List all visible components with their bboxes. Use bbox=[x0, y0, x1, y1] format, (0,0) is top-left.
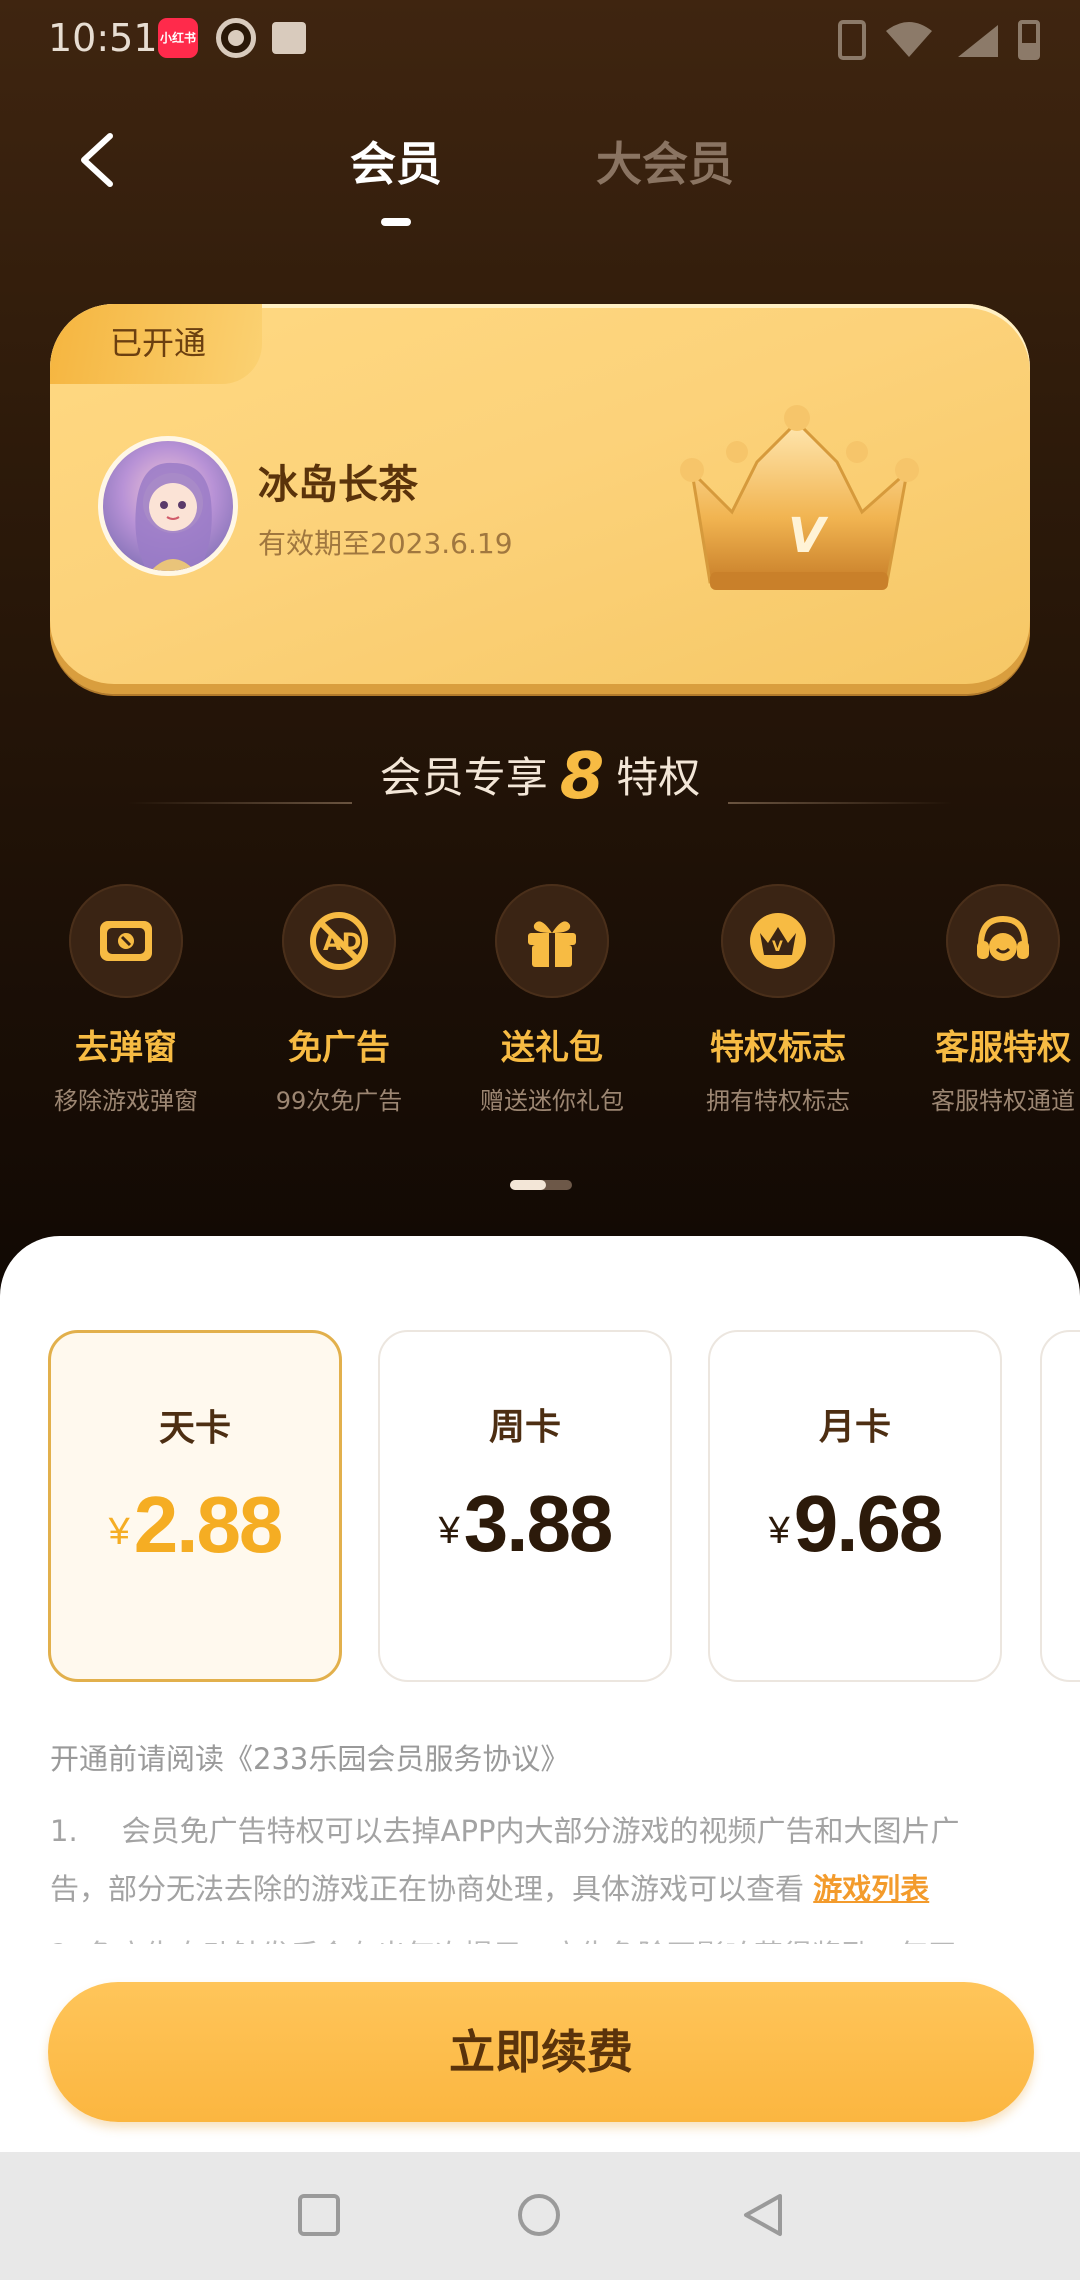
headset-icon bbox=[977, 915, 1029, 961]
privilege-title: 免广告 bbox=[288, 1028, 390, 1068]
status-badge: 已开通 bbox=[50, 304, 262, 384]
avatar-illustration bbox=[135, 462, 212, 571]
plan-card-day[interactable]: 天卡 ¥2.88 bbox=[48, 1330, 342, 1682]
privilege-title: 去弹窗 bbox=[75, 1028, 177, 1068]
privilege-subtitle: 赠送迷你礼包 bbox=[480, 1087, 624, 1115]
carousel-indicator bbox=[510, 1180, 572, 1190]
plan-price: ¥3.88 bbox=[438, 1479, 614, 1568]
popup-remove-icon bbox=[100, 921, 152, 961]
gift-icon bbox=[528, 921, 576, 967]
plan-price: ¥2.88 bbox=[108, 1480, 284, 1569]
status-bar: 10:51 小红书 bbox=[0, 0, 1080, 80]
signal-icon bbox=[958, 25, 998, 57]
svg-text:V: V bbox=[772, 939, 783, 955]
no-ads-icon: AD bbox=[310, 912, 368, 970]
tab-member[interactable]: 会员 bbox=[350, 128, 442, 194]
battery-icon bbox=[1018, 20, 1040, 60]
privilege-item-service[interactable]: 客服特权 客服特权通道 bbox=[893, 884, 1080, 1116]
privilege-item-no-ads[interactable]: AD 免广告 99次免广告 bbox=[229, 884, 449, 1116]
crown-badge-icon: V bbox=[750, 913, 806, 969]
plan-name: 天卡 bbox=[158, 1408, 231, 1449]
crown-icon: V bbox=[680, 405, 919, 590]
privileges-heading-prefix: 会员专享 bbox=[379, 753, 548, 802]
record-icon bbox=[216, 18, 256, 58]
privilege-item-gift[interactable]: 送礼包 赠送迷你礼包 bbox=[442, 884, 662, 1116]
privilege-subtitle: 客服特权通道 bbox=[931, 1087, 1075, 1115]
plan-card-more[interactable]: ¥ bbox=[1040, 1330, 1080, 1682]
agreement-link[interactable]: 开通前请阅读《233乐园会员服务协议》 bbox=[50, 1736, 569, 1778]
rule-1: 1. 会员免广告特权可以去掉APP内大部分游戏的视频广告和大图片广告，部分无法去除… bbox=[50, 1802, 1010, 1918]
privileges-heading: 会员专享 8 特权 bbox=[0, 740, 1080, 814]
privilege-item-badge[interactable]: V 特权标志 拥有特权标志 bbox=[668, 884, 888, 1116]
plan-price: ¥ bbox=[1042, 1398, 1080, 1490]
renew-button[interactable]: 立即续费 bbox=[48, 1982, 1034, 2122]
wifi-icon bbox=[886, 22, 932, 57]
privilege-title: 特权标志 bbox=[710, 1028, 846, 1068]
avatar[interactable] bbox=[98, 436, 238, 576]
expiry-date: 有效期至2023.6.19 bbox=[258, 527, 513, 560]
tab-big-member[interactable]: 大会员 bbox=[596, 128, 734, 194]
privilege-subtitle: 移除游戏弹窗 bbox=[54, 1087, 198, 1115]
user-name: 冰岛长茶 bbox=[258, 462, 418, 508]
image-notification-icon bbox=[272, 22, 306, 54]
vibrate-icon bbox=[838, 20, 866, 60]
game-list-link[interactable]: 游戏列表 bbox=[813, 1872, 929, 1906]
privilege-title: 送礼包 bbox=[501, 1028, 603, 1068]
privilege-title: 客服特权 bbox=[935, 1028, 1071, 1068]
privilege-item-popup[interactable]: 去弹窗 移除游戏弹窗 bbox=[16, 884, 236, 1116]
active-tab-indicator bbox=[381, 218, 411, 226]
status-icons bbox=[838, 20, 1040, 60]
privileges-heading-suffix: 特权 bbox=[616, 753, 701, 802]
plan-card-month[interactable]: 月卡 ¥9.68 bbox=[708, 1330, 1002, 1682]
back-triangle-icon[interactable] bbox=[740, 2192, 786, 2238]
crown-letter: V bbox=[788, 508, 829, 564]
plan-name: 周卡 bbox=[488, 1407, 561, 1448]
rule-number: 1. bbox=[50, 1814, 78, 1848]
privilege-subtitle: 拥有特权标志 bbox=[706, 1087, 850, 1115]
plan-name: 月卡 bbox=[818, 1407, 891, 1448]
home-icon[interactable] bbox=[516, 2192, 562, 2238]
plan-card-week[interactable]: 周卡 ¥3.88 bbox=[378, 1330, 672, 1682]
system-nav-bar bbox=[0, 2152, 1080, 2280]
xiaohongshu-app-icon: 小红书 bbox=[158, 18, 198, 58]
recents-icon[interactable] bbox=[296, 2192, 342, 2238]
member-card: 已开通 冰岛长茶 有效期至2023.6.19 V bbox=[50, 304, 1030, 694]
back-arrow-icon[interactable] bbox=[72, 132, 122, 188]
privilege-subtitle: 99次免广告 bbox=[275, 1087, 403, 1115]
plan-price: ¥9.68 bbox=[768, 1479, 944, 1568]
privileges-count: 8 bbox=[559, 740, 605, 814]
status-time: 10:51 bbox=[48, 16, 158, 60]
